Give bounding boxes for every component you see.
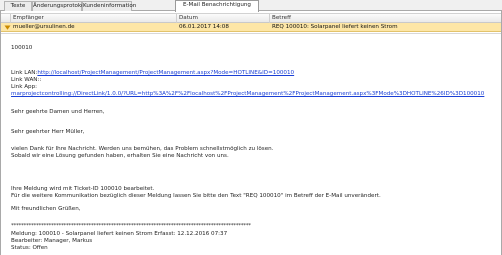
email-body: 100010 Link LAN:http://localhost/Project… [1,33,501,255]
separator: ****************************************… [11,223,251,229]
link-app[interactable]: marprojectcontrolling://DirectLink/1.0.0… [11,91,484,98]
body-text-1: vielen Dank für Ihre Nachricht. Werden u… [11,146,274,152]
triangle-down-icon[interactable] [4,24,11,31]
salutation: Sehr geehrter Herr Müller, [11,129,85,135]
tab-aenderungsprotokoll[interactable]: Änderungsprotokoll [32,1,88,11]
greeting: Sehr geehrte Damen und Herren, [11,109,105,115]
link-wan-label: Link WAN:: [11,77,42,83]
column-header-date[interactable]: Datum [177,14,270,23]
processing-text: Ihre Meldung wird mit Ticket-ID 100010 b… [11,186,155,192]
recipient-cell: mueller@ursulinen.de [13,24,75,30]
column-header-subject[interactable]: Betreff [270,14,501,23]
editor-line: Bearbeiter: Manager, Markus [11,238,93,244]
subject-cell: REQ 100010: Solarpanel liefert keinen St… [272,24,398,30]
link-lan-label: Link LAN: [11,70,38,76]
link-app-label: Link App: [11,84,38,90]
email-notification-panel: Empfänger Datum Betreff mueller@ursuline… [0,11,502,255]
expander-column-header [1,14,11,23]
body-text-2: Sobald wir eine Lösung gefunden haben, e… [11,153,229,159]
table-row[interactable]: mueller@ursulinen.de 06.01.2017 14:08 RE… [1,23,501,32]
closing-text: Mit freundlichen Grüßen, [11,206,81,212]
link-lan-line: Link LAN:http://localhost/ProjectManagem… [11,70,294,77]
column-header-recipient[interactable]: Empfänger [11,14,177,23]
summary-line: Meldung: 100010 - Solarpanel liefert kei… [11,231,228,237]
link-lan[interactable]: http://localhost/ProjectManagement/Proje… [37,70,294,76]
status-line: Status: Offen [11,245,48,251]
ticket-id: 100010 [11,45,33,51]
tab-texte[interactable]: Texte [4,1,32,11]
tab-kundeninformation[interactable]: Kundeninformation [82,1,136,11]
instruction-text: Für die weitere Kommunikation bezüglich … [11,193,381,199]
tab-email-benachrichtigung[interactable]: E-Mail Benachrichtigung [175,0,259,12]
grid-header: Empfänger Datum Betreff [1,13,501,23]
tab-strip: Texte Änderungsprotokoll Kundeninformati… [0,0,502,12]
date-cell: 06.01.2017 14:08 [179,24,229,30]
